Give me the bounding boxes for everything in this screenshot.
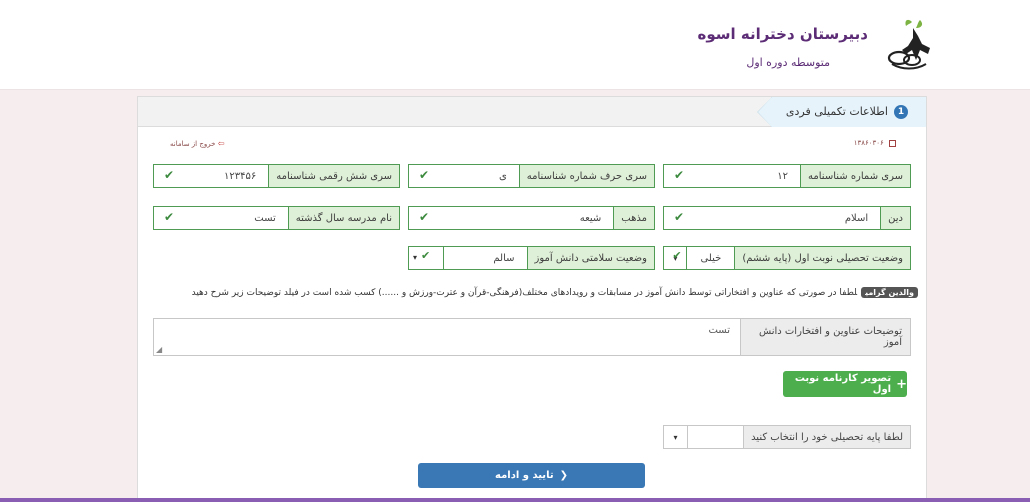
school-logo-icon	[887, 19, 930, 70]
health-status-dropdown[interactable]: ▾ ✔	[409, 247, 443, 269]
field-label: سری شش رقمی شناسنامه	[268, 165, 399, 187]
field-label: مذهب	[613, 207, 654, 229]
step-label: اطلاعات تکمیلی فردی	[785, 105, 888, 118]
field-label: وضعیت سلامتی دانش آموز	[526, 247, 654, 269]
submit-continue-button[interactable]: ❮ تایید و ادامه	[418, 463, 645, 488]
grade-select[interactable]	[688, 426, 743, 448]
user-code: ۱۳۸۶۰۳۰۶	[854, 139, 896, 147]
bottom-accent-bar	[0, 498, 1030, 502]
chevron-down-icon: ▾	[413, 253, 418, 262]
field-label: سری شماره شناسنامه	[800, 165, 910, 187]
field-value: خیلی	[700, 252, 722, 264]
first-term-status-field[interactable]: وضعیت تحصیلی نوبت اول (پایه ششم) خیلی ▾ …	[663, 246, 911, 270]
id-series-letter-field[interactable]: سری حرف شماره شناسنامه ی ✔	[408, 164, 655, 188]
check-icon: ✔	[674, 210, 685, 224]
notice-tag: والدین گرامی	[861, 287, 918, 298]
button-label: تایید و ادامه	[495, 470, 554, 481]
id-series-letter-input[interactable]: ی ✔	[409, 165, 519, 187]
site-header: دبیرستان دخترانه اسوه متوسطه دوره اول	[0, 0, 1030, 90]
field-value: ۱۲۳۴۵۶	[224, 170, 257, 182]
id-series-number-field[interactable]: سری شماره شناسنامه ۱۲ ✔	[663, 164, 911, 188]
panel-header: 1 اطلاعات تکمیلی فردی	[138, 97, 926, 127]
health-status-select[interactable]: سالم	[442, 247, 527, 269]
qr-icon	[889, 139, 896, 147]
field-label: نام مدرسه سال گذشته	[287, 207, 399, 229]
check-icon: ✔	[672, 249, 682, 262]
field-value: سالم	[493, 252, 515, 264]
resize-grip-icon[interactable]: ◢	[156, 345, 162, 354]
check-icon: ✔	[674, 168, 685, 182]
religion-input[interactable]: اسلام ✔	[664, 207, 880, 229]
check-icon: ✔	[164, 168, 175, 182]
id-series-number-input[interactable]: ۱۲ ✔	[664, 165, 800, 187]
id-serial-six-field[interactable]: سری شش رقمی شناسنامه ۱۲۳۴۵۶ ✔	[153, 164, 400, 188]
plus-icon: +	[896, 376, 907, 392]
logout-icon: ⇦	[217, 139, 225, 148]
field-value: تست	[254, 212, 276, 224]
field-value: شیعه	[579, 212, 602, 224]
check-icon: ✔	[164, 210, 175, 224]
field-value: ۱۲	[777, 170, 789, 182]
button-label: تصویر کارنامه نوبت اول	[794, 373, 892, 395]
school-subtitle: متوسطه دوره اول	[746, 56, 830, 69]
upload-report-card-button[interactable]: + تصویر کارنامه نوبت اول	[783, 371, 907, 397]
field-label: لطفا پایه تحصیلی خود را انتخاب کنید	[743, 426, 910, 448]
grade-select-dropdown[interactable]: ▾	[664, 426, 688, 448]
field-label: توضیحات عناوین و افتخارات دانش آموز	[740, 319, 910, 355]
id-serial-six-input[interactable]: ۱۲۳۴۵۶ ✔	[154, 165, 268, 187]
first-term-status-select[interactable]: خیلی	[686, 247, 734, 269]
check-icon: ✔	[421, 249, 431, 262]
field-value: اسلام	[844, 212, 869, 224]
step-tab-personal-info[interactable]: 1 اطلاعات تکمیلی فردی	[757, 97, 926, 127]
sect-input[interactable]: شیعه ✔	[409, 207, 613, 229]
first-term-status-dropdown[interactable]: ▾ ✔	[664, 247, 686, 269]
school-name: دبیرستان دخترانه اسوه	[697, 25, 868, 43]
check-icon: ✔	[419, 168, 430, 182]
notice-text: لطفا در صورتی که عناوین و افتخاراتی توسط…	[191, 288, 858, 298]
religion-field[interactable]: دین اسلام ✔	[663, 206, 911, 230]
achievements-textarea[interactable]: تست ◢	[154, 319, 740, 355]
sect-field[interactable]: مذهب شیعه ✔	[408, 206, 655, 230]
achievements-field[interactable]: توضیحات عناوین و افتخارات دانش آموز تست …	[153, 318, 911, 356]
step-number-badge: 1	[894, 105, 908, 119]
field-value: تست	[708, 325, 730, 336]
field-label: سری حرف شماره شناسنامه	[518, 165, 654, 187]
logout-label: خروج از سامانه	[170, 140, 216, 148]
parents-notice: والدین گرامیلطفا در صورتی که عناوین و اف…	[191, 287, 918, 298]
field-value: ی	[498, 170, 507, 182]
user-code-value: ۱۳۸۶۰۳۰۶	[853, 139, 884, 147]
check-icon: ✔	[419, 210, 430, 224]
chevron-left-icon: ❮	[559, 470, 568, 481]
field-label: دین	[880, 207, 910, 229]
chevron-down-icon: ▾	[673, 432, 678, 442]
previous-school-input[interactable]: تست ✔	[154, 207, 288, 229]
grade-select-field[interactable]: لطفا پایه تحصیلی خود را انتخاب کنید ▾	[663, 425, 911, 449]
previous-school-field[interactable]: نام مدرسه سال گذشته تست ✔	[153, 206, 400, 230]
logout-link[interactable]: خروج از سامانه ⇦	[170, 139, 224, 148]
health-status-field[interactable]: وضعیت سلامتی دانش آموز سالم ▾ ✔	[408, 246, 655, 270]
field-label: وضعیت تحصیلی نوبت اول (پایه ششم)	[734, 247, 910, 269]
